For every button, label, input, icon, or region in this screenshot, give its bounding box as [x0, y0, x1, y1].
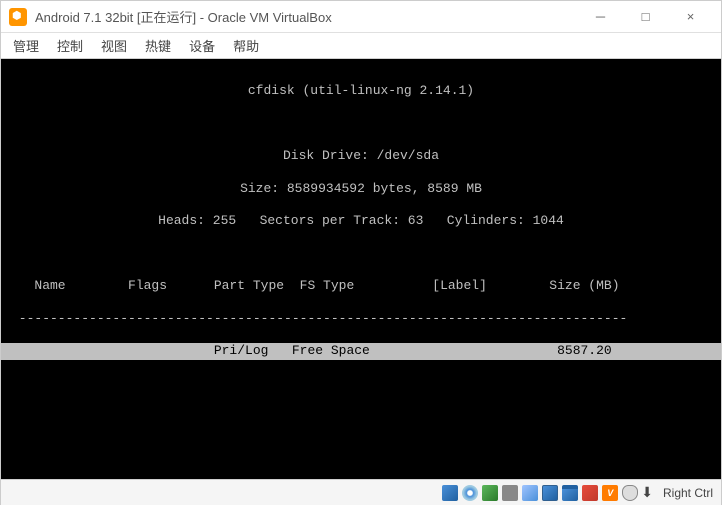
- window-titlebar: Android 7.1 32bit [正在运行] - Oracle VM Vir…: [1, 1, 721, 33]
- harddisk-icon[interactable]: [441, 484, 459, 502]
- vm-terminal[interactable]: cfdisk (util-linux-ng 2.14.1) Disk Drive…: [1, 59, 721, 479]
- statusbar: V ⬇ Right Ctrl: [1, 479, 721, 505]
- maximize-button[interactable]: □: [623, 2, 668, 32]
- table-divider: ----------------------------------------…: [1, 311, 721, 327]
- disk-geometry-line: Heads: 255 Sectors per Track: 63 Cylinde…: [1, 213, 721, 229]
- menubar: 管理 控制 视图 热键 设备 帮助: [1, 33, 721, 59]
- hostkey-label: Right Ctrl: [663, 486, 713, 500]
- blank-line: [1, 246, 721, 262]
- partition-row-selected[interactable]: Pri/Log Free Space 8587.20: [1, 343, 721, 359]
- shared-folder-icon[interactable]: [521, 484, 539, 502]
- blank-line: [1, 116, 721, 132]
- window-controls: ─ □ ×: [578, 2, 713, 32]
- usb-icon[interactable]: [501, 484, 519, 502]
- mouse-integration-icon[interactable]: [621, 484, 639, 502]
- virtualbox-icon: [9, 8, 27, 26]
- minimize-button[interactable]: ─: [578, 2, 623, 32]
- menu-control[interactable]: 控制: [49, 33, 91, 58]
- menu-hotkey[interactable]: 热键: [137, 33, 179, 58]
- recording-icon[interactable]: [581, 484, 599, 502]
- table-header: Name Flags Part Type FS Type [Label] Siz…: [1, 278, 721, 294]
- menu-help[interactable]: 帮助: [225, 33, 267, 58]
- disk-drive-line: Disk Drive: /dev/sda: [1, 148, 721, 164]
- close-button[interactable]: ×: [668, 2, 713, 32]
- menu-view[interactable]: 视图: [93, 33, 135, 58]
- virtualbox-status-icon[interactable]: V: [601, 484, 619, 502]
- cfdisk-title: cfdisk (util-linux-ng 2.14.1): [1, 83, 721, 99]
- window-title: Android 7.1 32bit [正在运行] - Oracle VM Vir…: [35, 7, 578, 26]
- menu-manage[interactable]: 管理: [5, 33, 47, 58]
- network-icon[interactable]: [481, 484, 499, 502]
- camera-icon[interactable]: [561, 484, 579, 502]
- disk-size-line: Size: 8589934592 bytes, 8589 MB: [1, 181, 721, 197]
- menu-device[interactable]: 设备: [181, 33, 223, 58]
- display-icon[interactable]: [541, 484, 559, 502]
- hostkey-arrow-icon: ⬇: [641, 484, 653, 501]
- optical-icon[interactable]: [461, 484, 479, 502]
- terminal-spacer: [1, 376, 721, 479]
